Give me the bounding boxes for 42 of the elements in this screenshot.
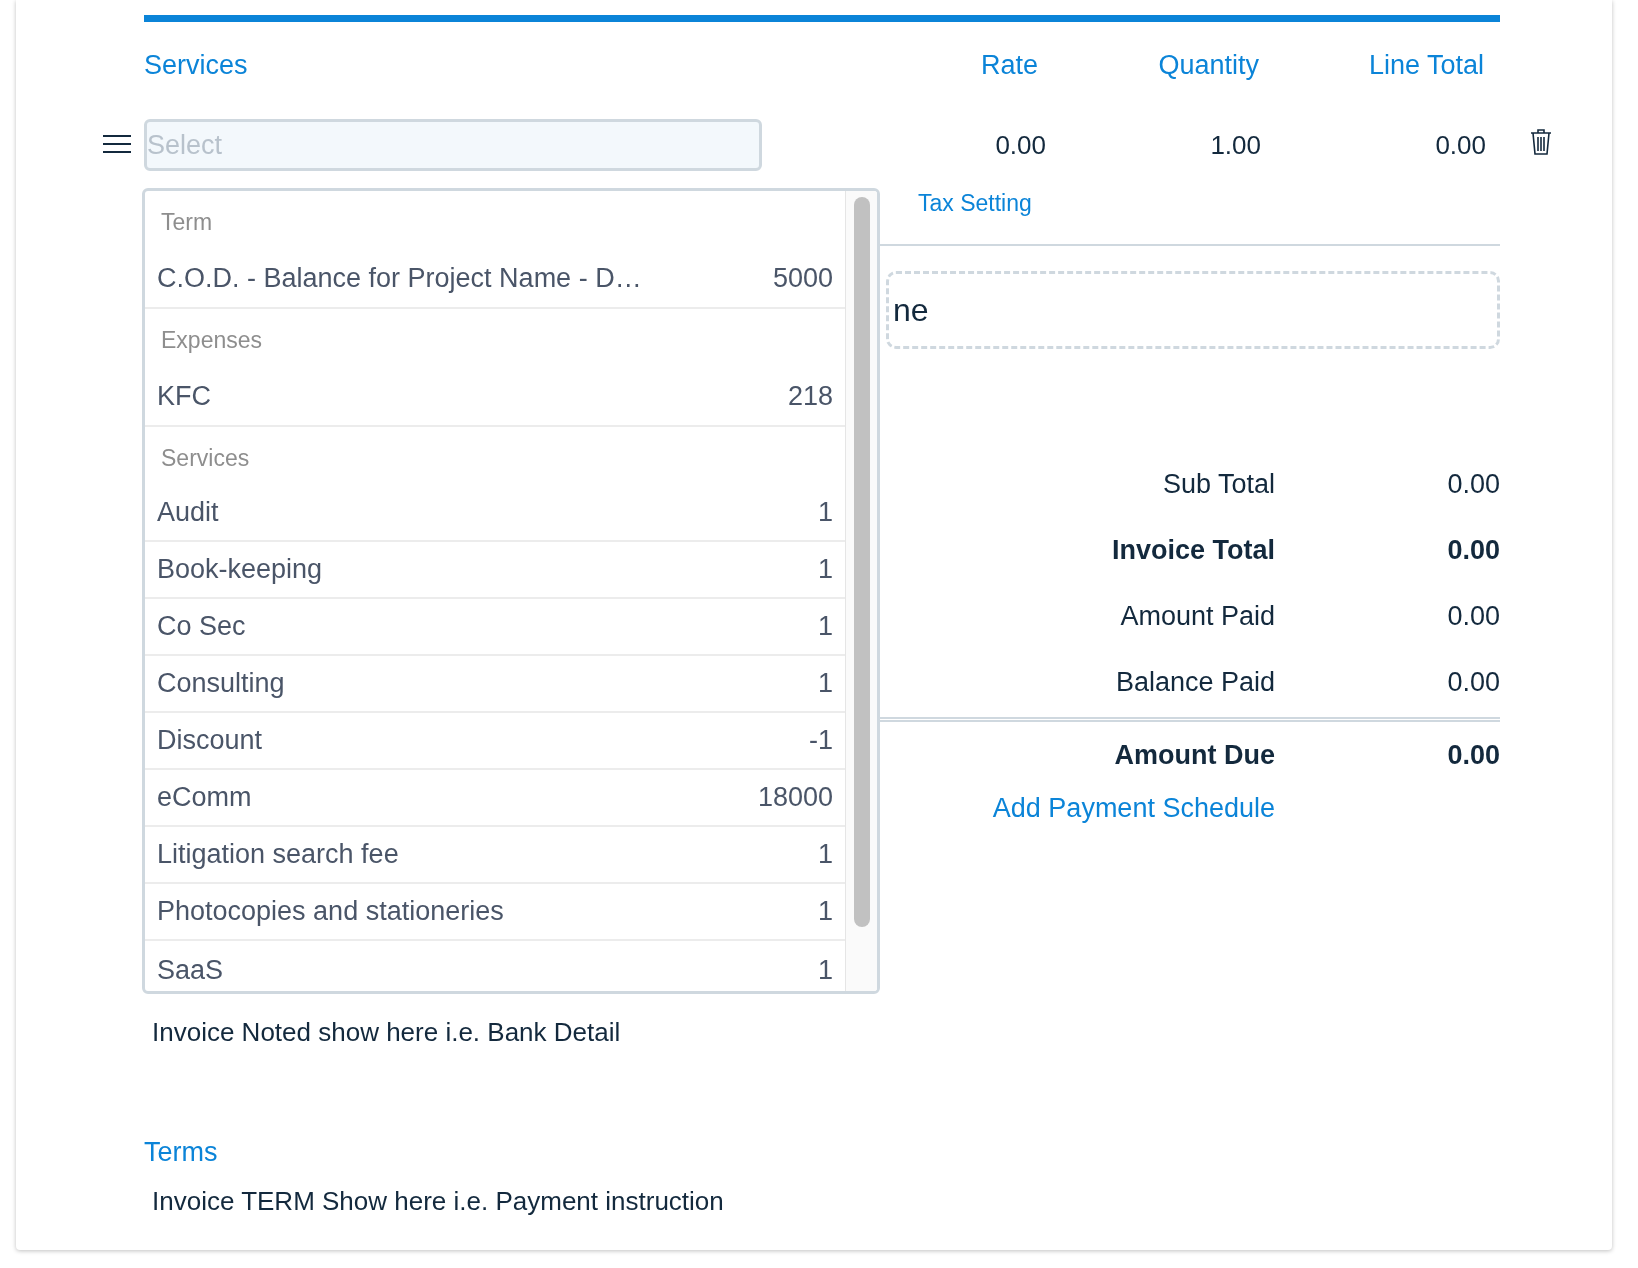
total-label: Invoice Total [1111, 533, 1275, 567]
notes-text: Invoice Noted show here i.e. Bank Detail [152, 1016, 621, 1047]
group-header: Services [161, 443, 250, 473]
column-header: Rate [979, 48, 1038, 82]
add-payment-schedule-link[interactable]: Add Payment Schedule [992, 788, 1275, 829]
column-header: Line Total [1367, 48, 1484, 82]
total-label: Sub Total [1162, 467, 1275, 501]
line-total-value: 0.00 [1434, 128, 1486, 162]
tax-setting-link[interactable]: Tax Setting [918, 186, 1032, 221]
dropdown-option[interactable]: Co Sec 1 [145, 599, 845, 656]
dropdown-option[interactable]: C.O.D. - Balance for Project Name - D… 5000 [145, 249, 845, 309]
dropdown-option[interactable]: Book-keeping 1 [145, 542, 845, 599]
rate-value: 0.00 [994, 128, 1046, 162]
terms-heading: Terms [144, 1136, 218, 1167]
total-value: 0.00 [1446, 533, 1500, 567]
select-field[interactable]: Select [144, 119, 762, 171]
total-value: 0.00 [1446, 599, 1500, 633]
column-header: Services [144, 48, 249, 82]
quantity-value: 1.00 [1209, 128, 1261, 162]
add-line-text[interactable]: ne [893, 286, 929, 334]
trash-icon[interactable] [1530, 128, 1552, 156]
dropdown-option[interactable]: Discount -1 [145, 713, 845, 770]
total-label: Amount Due [1114, 738, 1275, 772]
dropdown-option[interactable]: Audit 1 [145, 485, 845, 542]
column-header: Quantity [1157, 48, 1259, 82]
dropdown-option[interactable]: Litigation search fee 1 [145, 827, 845, 884]
total-value: 0.00 [1446, 665, 1500, 699]
dropdown-option[interactable]: KFC 218 [145, 367, 845, 427]
menu-icon[interactable] [102, 134, 132, 154]
scrollbar[interactable] [845, 191, 877, 991]
total-value: 0.00 [1446, 738, 1500, 772]
total-label: Balance Paid [1115, 665, 1275, 699]
scrollbar-thumb[interactable] [853, 197, 870, 927]
dropdown-option[interactable]: eComm 18000 [145, 770, 845, 827]
add-line-area[interactable]: ne [886, 271, 1500, 349]
dropdown-option[interactable]: Consulting 1 [145, 656, 845, 713]
group-header: Term [161, 207, 213, 237]
dropdown-option[interactable]: Photocopies and stationeries 1 [145, 884, 845, 941]
group-header: Expenses [161, 325, 262, 355]
total-value: 0.00 [1446, 467, 1500, 501]
terms-text: Invoice TERM Show here i.e. Payment instruction [152, 1186, 724, 1216]
total-label: Amount Paid [1120, 599, 1275, 633]
